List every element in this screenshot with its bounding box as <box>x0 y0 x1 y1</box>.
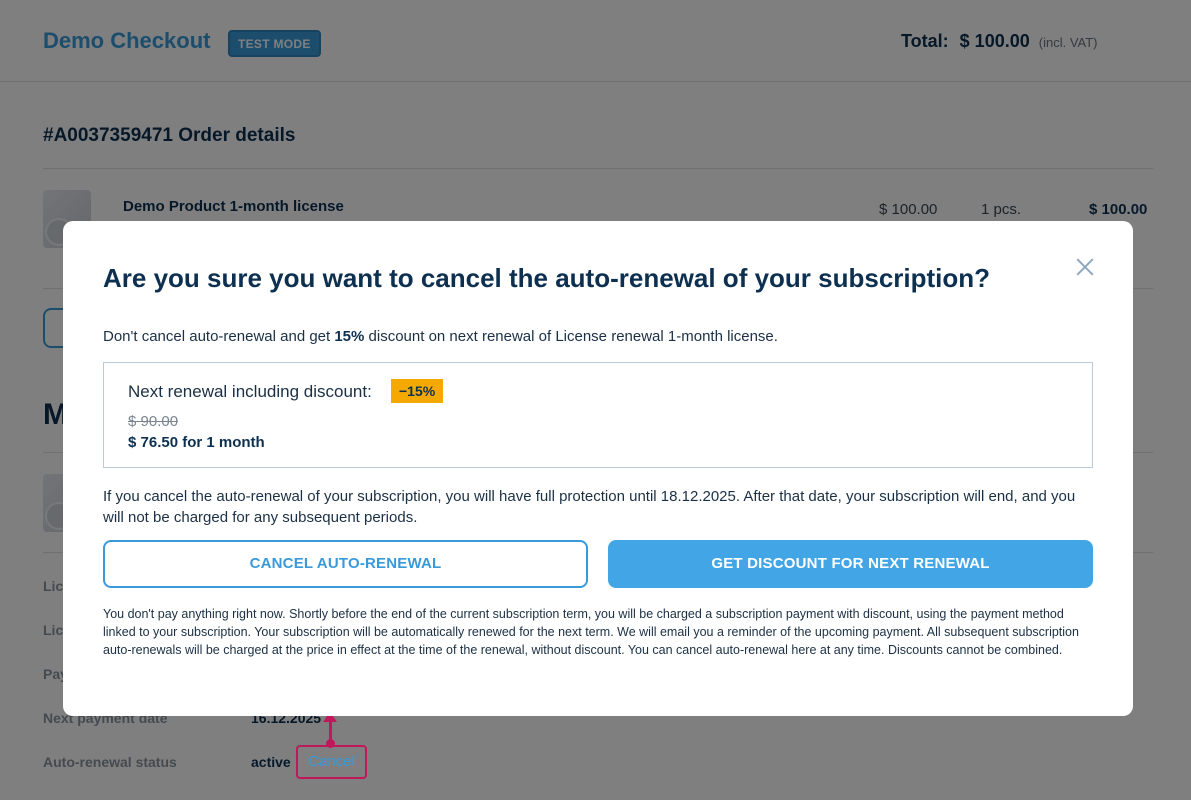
offer-text: Don't cancel auto-renewal and get 15% di… <box>103 328 778 345</box>
discount-box: Next renewal including discount: −15% $ … <box>103 362 1093 468</box>
old-price: $ 90.00 <box>128 413 179 430</box>
modal-title: Are you sure you want to cancel the auto… <box>103 263 991 293</box>
offer-text-start: Don't cancel auto-renewal and get <box>103 328 335 345</box>
cancel-auto-renewal-link[interactable]: Cancel <box>296 745 367 779</box>
offer-percent: 15% <box>334 328 365 345</box>
cancel-auto-renewal-button[interactable]: CANCEL AUTO-RENEWAL <box>103 540 588 588</box>
cancellation-info: If you cancel the auto-renewal of your s… <box>103 488 1076 526</box>
discount-badge: −15% <box>391 379 444 403</box>
close-icon[interactable] <box>1075 257 1095 277</box>
discount-box-label: Next renewal including discount: <box>128 382 372 401</box>
get-discount-button[interactable]: GET DISCOUNT FOR NEXT RENEWAL <box>608 540 1093 588</box>
new-price: $ 76.50 for 1 month <box>128 434 265 451</box>
disclaimer-text: You don't pay anything right now. Shortl… <box>103 607 1079 657</box>
offer-text-end: discount on next renewal of License rene… <box>364 328 778 345</box>
cancel-renewal-modal: Are you sure you want to cancel the auto… <box>63 221 1133 716</box>
